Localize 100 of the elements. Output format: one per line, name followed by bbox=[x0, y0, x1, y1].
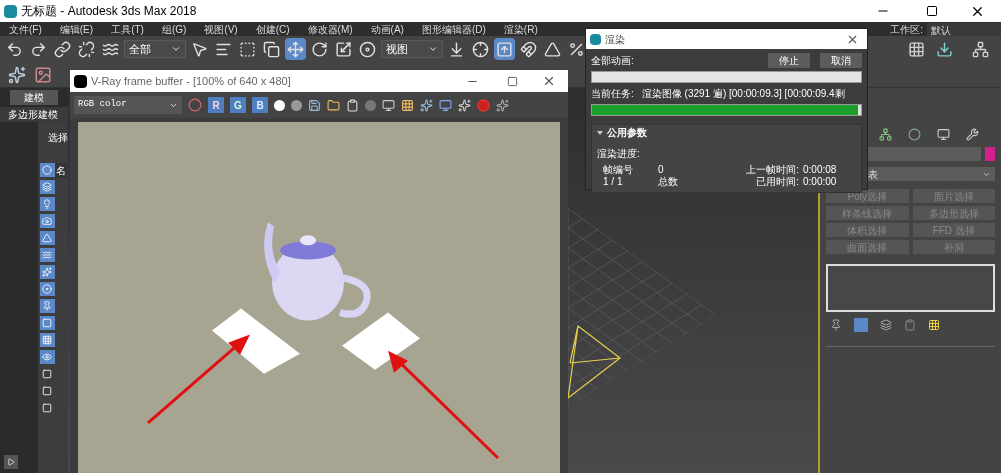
dashed-square-icon bbox=[239, 40, 256, 58]
window-title: V-Ray frame buffer - [100% of 640 x 480] bbox=[91, 73, 291, 89]
filter-button[interactable] bbox=[39, 265, 55, 279]
filter-button[interactable] bbox=[39, 231, 55, 245]
maximize-icon[interactable] bbox=[926, 5, 938, 17]
filter-button[interactable] bbox=[39, 248, 55, 262]
display-icon[interactable] bbox=[937, 128, 950, 141]
menu-item[interactable]: 动画(A) bbox=[361, 21, 413, 37]
grid-icon[interactable] bbox=[908, 40, 925, 58]
render-frame-icon[interactable] bbox=[34, 65, 52, 84]
menu-item[interactable]: 视图(V) bbox=[195, 21, 247, 37]
filter-button[interactable] bbox=[39, 316, 55, 330]
filter-icon bbox=[42, 250, 52, 260]
color-swatch[interactable] bbox=[985, 147, 995, 161]
filter-button[interactable] bbox=[39, 197, 55, 211]
menu-item[interactable]: 编辑(E) bbox=[50, 21, 103, 37]
filter-button[interactable] bbox=[39, 163, 55, 177]
menu-item[interactable]: 图形编辑器(D) bbox=[412, 21, 495, 37]
filter-icon bbox=[42, 199, 52, 209]
all-animation-label: 全部动画: bbox=[591, 54, 635, 68]
menu-item[interactable]: 组(G) bbox=[152, 21, 196, 37]
menu-item[interactable]: 修改器(M) bbox=[298, 21, 362, 37]
filter-icon bbox=[42, 352, 52, 362]
filter-button[interactable] bbox=[39, 350, 55, 364]
triangle-icon bbox=[544, 40, 561, 58]
close-icon[interactable] bbox=[542, 74, 556, 88]
network-icon[interactable] bbox=[972, 40, 989, 58]
clipboard-icon[interactable] bbox=[346, 98, 359, 112]
arrow-square-tool-button[interactable] bbox=[494, 38, 515, 60]
play-icon bbox=[7, 458, 15, 466]
folder-icon[interactable] bbox=[327, 98, 340, 112]
workspace-dropdown[interactable]: 默认 bbox=[927, 22, 1001, 36]
hierarchy-icon[interactable] bbox=[879, 128, 892, 141]
pin-icon[interactable] bbox=[830, 319, 842, 331]
menu-item[interactable]: 文件(F) bbox=[0, 21, 51, 37]
app-logo-icon bbox=[4, 4, 17, 18]
ribbon-subtitle: 多边形建模 bbox=[0, 107, 68, 122]
clipboard-icon[interactable] bbox=[904, 319, 916, 331]
filter-button[interactable] bbox=[39, 214, 55, 228]
toolbar-dropdown[interactable]: 全部 bbox=[124, 40, 186, 58]
percent-icon bbox=[568, 40, 585, 58]
vray-logo-icon bbox=[74, 74, 87, 88]
render-progress-label: 渲染进度: bbox=[597, 148, 640, 159]
caret-icon bbox=[428, 44, 438, 54]
move-tool-button[interactable] bbox=[285, 38, 306, 60]
filter-icon bbox=[42, 318, 52, 328]
channel-toggle[interactable]: G bbox=[230, 97, 246, 113]
ribbon-tab[interactable]: 建模 bbox=[10, 90, 58, 105]
progress-value: 总数 bbox=[658, 176, 679, 188]
modifier-stack-list[interactable] bbox=[826, 264, 995, 312]
panel-label: 选择 bbox=[48, 131, 68, 145]
rotate-icon bbox=[311, 40, 328, 58]
caret-icon bbox=[171, 44, 181, 54]
filter-icon bbox=[42, 301, 52, 311]
display-icon[interactable] bbox=[439, 98, 452, 112]
current-task-label: 当前任务: bbox=[591, 87, 634, 101]
filter-icon bbox=[42, 284, 52, 294]
filter-icon bbox=[42, 233, 52, 243]
dialog-button[interactable]: 停止 bbox=[768, 53, 810, 68]
dialog-button[interactable]: 取消 bbox=[820, 53, 862, 68]
filter-icon bbox=[42, 165, 52, 175]
menu-item[interactable]: 工具(T) bbox=[102, 21, 153, 37]
filter-button[interactable] bbox=[39, 282, 55, 296]
menu-item[interactable]: 创建(C) bbox=[246, 21, 299, 37]
utilities-icon[interactable] bbox=[966, 128, 979, 141]
move-icon bbox=[287, 40, 304, 58]
motion-icon[interactable] bbox=[908, 128, 921, 141]
filter-button[interactable] bbox=[39, 180, 55, 194]
menu-item[interactable]: 渲染(R) bbox=[494, 21, 547, 37]
filter-button[interactable] bbox=[39, 299, 55, 313]
channel-toggle[interactable]: B bbox=[252, 97, 268, 113]
channel-dropdown[interactable]: RGB color bbox=[74, 96, 182, 114]
arrow-square-icon bbox=[496, 40, 513, 58]
app-logo-icon bbox=[590, 33, 601, 45]
progress-value: 1 / 1 bbox=[603, 176, 624, 188]
toolbar-dropdown[interactable]: 视图 bbox=[381, 40, 443, 58]
download-icon[interactable] bbox=[936, 40, 953, 58]
filter-icon bbox=[42, 335, 52, 345]
window-title: 渲染 bbox=[605, 32, 625, 47]
pivot-icon bbox=[448, 40, 465, 58]
progress-value: 帧编号 bbox=[603, 164, 634, 176]
filter-button[interactable] bbox=[39, 333, 55, 347]
filter-icon bbox=[42, 267, 52, 277]
expand-triangle-icon[interactable] bbox=[597, 130, 603, 135]
undo-icon bbox=[6, 40, 23, 58]
progress-value: 0 bbox=[658, 164, 665, 176]
redo-icon bbox=[30, 40, 47, 58]
save-icon[interactable] bbox=[308, 98, 321, 112]
layers-icon[interactable] bbox=[880, 319, 892, 331]
filter-icon bbox=[42, 182, 52, 192]
expand-button[interactable] bbox=[4, 455, 18, 469]
workspace-label: 工作区: bbox=[890, 22, 923, 37]
monitor-icon[interactable] bbox=[382, 98, 395, 112]
configure-icon[interactable] bbox=[928, 319, 940, 331]
unlink-icon bbox=[78, 40, 95, 58]
window-title: 无标题 - Autodesk 3ds Max 2018 bbox=[21, 3, 197, 20]
section-title[interactable]: 公用参数 bbox=[607, 125, 647, 140]
crosshair-icon bbox=[472, 40, 489, 58]
disc-icon bbox=[359, 40, 376, 58]
progress-value: 上一帧时间: bbox=[745, 164, 800, 176]
